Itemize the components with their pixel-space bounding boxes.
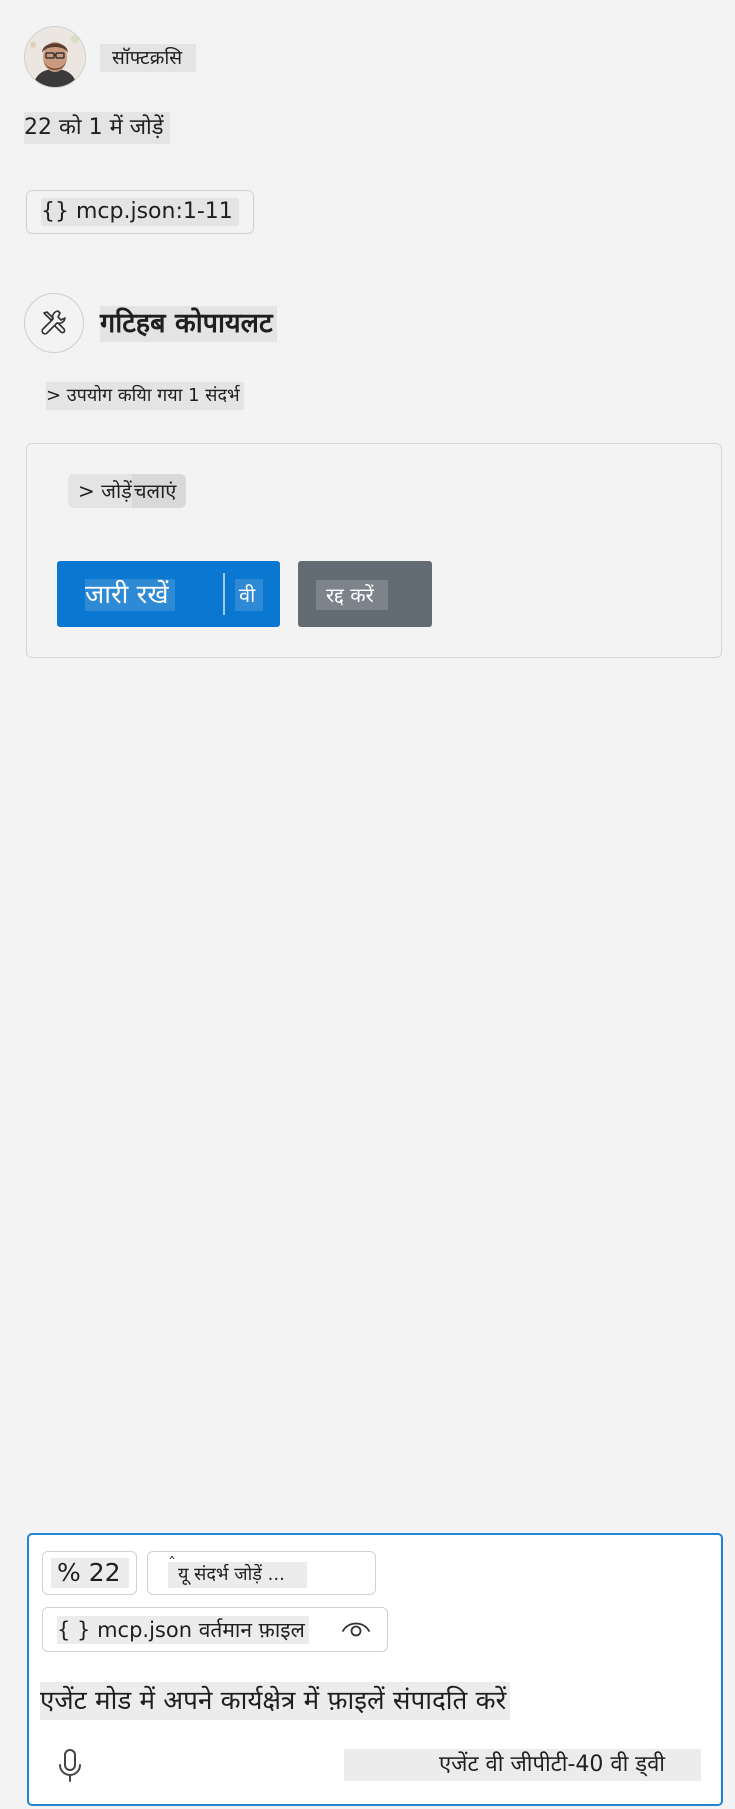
user-message-text: 22 को 1 में जोड़ें <box>24 112 170 144</box>
context-percent-chip[interactable]: % 22 <box>42 1551 137 1595</box>
current-file-chip[interactable]: { } mcp.json वर्तमान फ़ाइल <box>42 1607 388 1652</box>
cancel-button[interactable]: रद्द करें <box>298 561 432 627</box>
tools-icon <box>41 310 66 335</box>
run-tool-toggle[interactable]: > जोड़ें चलाएं <box>68 474 187 508</box>
chat-input-placeholder[interactable]: एजेंट मोड में अपने कार्यक्षेत्र में फ़ाइ… <box>40 1682 511 1720</box>
user-name: सॉफ्टक्रसि <box>100 44 197 72</box>
continue-button-divider <box>223 573 225 615</box>
reference-chip[interactable]: {} mcp.json:1-11 <box>26 190 254 234</box>
agent-avatar <box>24 293 84 353</box>
agent-name: गटिहब कोपायलट <box>100 306 277 342</box>
agent-model-picker[interactable]: एजेंट वी जीपीटी-40 वी ड्वी <box>344 1749 701 1781</box>
add-context-label: यू संदर्भ जोड़ें ... <box>168 1562 307 1588</box>
cancel-button-label: रद्द करें <box>316 580 388 610</box>
add-context-button[interactable]: यू संदर्भ जोड़ें ... ˆ <box>147 1551 376 1595</box>
reference-chip-label: {} mcp.json:1-11 <box>41 198 239 226</box>
avatar-photo <box>25 27 85 87</box>
continue-dropdown-toggle[interactable]: वी <box>235 579 264 611</box>
continue-button[interactable]: जारी रखें वी <box>57 561 280 627</box>
user-avatar <box>24 26 86 88</box>
run-tool-label-tail: चलाएं <box>131 474 187 508</box>
context-percent-label: % 22 <box>51 1558 129 1588</box>
current-file-label: { } mcp.json वर्तमान फ़ाइल <box>57 1616 309 1644</box>
caret-up-icon: ˆ <box>168 1554 176 1573</box>
eye-icon[interactable] <box>341 1618 371 1644</box>
continue-button-label: जारी रखें <box>85 579 175 611</box>
microphone-icon[interactable] <box>56 1748 84 1788</box>
agent-model-label: एजेंट वी जीपीटी-40 वी ड्वी <box>438 1752 665 1777</box>
references-used-toggle[interactable]: > उपयोग कयिा गया 1 संदर्भ <box>46 382 244 410</box>
run-tool-label: > जोड़ें <box>78 479 132 503</box>
